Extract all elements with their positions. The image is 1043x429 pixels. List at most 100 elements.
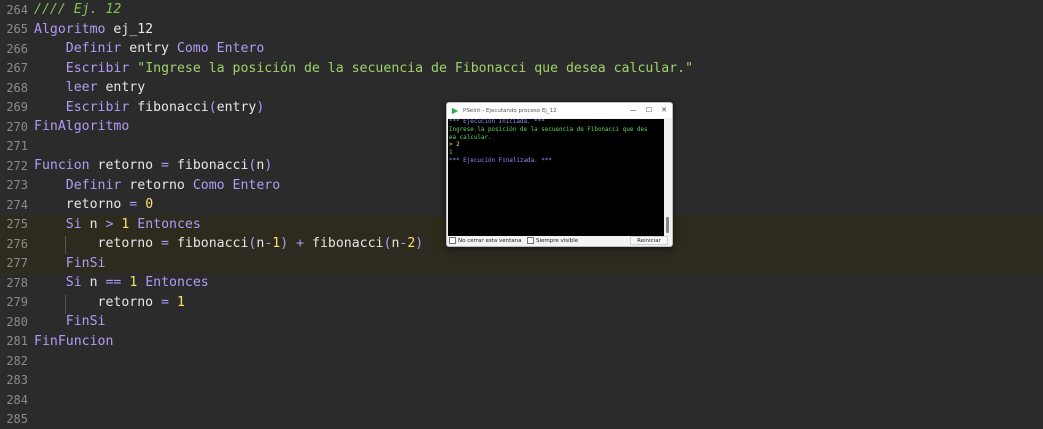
code-token: ) [264,158,273,173]
code-token: entry [97,80,146,95]
code-line[interactable]: 282 [0,351,1043,370]
code-token: ) [256,99,265,115]
code-token: 0 [145,197,154,212]
code-token: Definir [65,177,122,193]
close-button[interactable]: ✕ [657,105,671,116]
code-text[interactable]: Algoritmo ej_12 [34,22,153,37]
code-token: fibonacci [169,158,249,173]
code-text[interactable]: FinSi [34,256,106,271]
console-scrollbar-thumb[interactable] [666,217,669,233]
code-line[interactable]: 278 Si n == 1 Entonces [0,273,1043,292]
no-close-option[interactable]: No cerrar esta ventana [449,237,521,244]
always-visible-label: Siempre visible [536,237,579,244]
code-text[interactable]: Escribir "Ingrese la posición de la secu… [34,61,693,76]
code-line[interactable]: 268 leer entry [0,78,1043,97]
code-line[interactable]: 284 [0,390,1043,409]
code-token: Entero [232,177,281,193]
code-text[interactable]: retorno = 0 [34,197,153,212]
code-line[interactable]: 285 [0,410,1043,429]
line-number: 279 [6,295,28,309]
line-number: 281 [6,334,28,348]
code-token: Si [65,275,82,290]
code-token: ) [415,236,424,251]
code-token: Escribir [65,60,130,76]
indent-guide [65,294,66,314]
code-text[interactable]: Si n == 1 Entonces [34,275,209,290]
line-number: 269 [6,100,28,114]
line-number: 266 [6,41,28,56]
line-number: 265 [6,22,28,36]
code-text[interactable]: FinSi [34,314,106,329]
code-text[interactable]: FinAlgoritmo [34,119,129,134]
always-visible-option[interactable]: Siempre visible [527,237,578,244]
code-token: Como [176,41,209,56]
line-number: 274 [6,197,28,212]
code-token: n [81,216,106,232]
code-line[interactable]: 280 FinSi [0,312,1043,331]
console-scrollbar[interactable] [664,119,671,236]
console-titlebar[interactable]: PSeInt - Ejecutando proceso Ej_12 — ☐ ✕ [447,103,672,118]
code-line[interactable]: 283 [0,371,1043,390]
code-token: FinFuncion [34,333,114,349]
console-line: 1 [449,150,453,157]
code-text[interactable]: leer entry [34,80,145,95]
line-number: 282 [6,353,28,368]
code-text[interactable]: retorno = 1 [34,294,185,314]
code-token: entry [121,41,177,56]
line-number: 283 [6,373,28,387]
code-token: entry [216,99,257,115]
code-text[interactable]: Escribir fibonacci(entry) [34,99,265,115]
code-token: Si [65,216,82,232]
code-line[interactable]: 277 FinSi [0,253,1043,273]
line-number: 264 [6,2,28,17]
no-close-checkbox[interactable] [449,237,456,244]
code-text[interactable]: retorno = fibonacci(n-1) + fibonacci(n-2… [34,236,424,255]
code-text[interactable]: Si n > 1 Entonces [34,217,201,232]
console-window[interactable]: PSeInt - Ejecutando proceso Ej_12 — ☐ ✕ … [446,102,673,247]
code-token: ej_12 [105,21,154,37]
code-token: ) [280,236,289,251]
code-token: Escribir [65,99,130,115]
code-line[interactable]: 265 Algoritmo ej_12 [0,20,1043,39]
code-text[interactable]: Definir retorno Como Entero [34,178,280,193]
code-line[interactable]: 267 Escribir "Ingrese la posición de la … [0,59,1043,78]
code-text[interactable]: FinFuncion [34,334,113,349]
restart-button[interactable]: Reiniciar [630,236,668,245]
code-line[interactable]: 281 FinFuncion [0,332,1043,351]
code-line[interactable]: 279 retorno = 1 [0,293,1043,314]
console-output[interactable]: *** Ejecución Iniciada. *** Ingrese la po… [448,119,664,236]
code-text[interactable]: //// Ej. 12 [34,2,121,17]
code-text[interactable]: Definir entry Como Entero [34,41,265,56]
line-number: 272 [6,158,28,173]
code-token: Entonces [137,216,201,232]
line-number: 271 [6,139,28,153]
line-number: 285 [6,412,28,426]
minimize-button[interactable]: — [626,105,640,116]
code-line[interactable]: 266 Definir entry Como Entero [0,39,1043,58]
maximize-button[interactable]: ☐ [642,105,656,116]
code-line[interactable]: 264 //// Ej. 12 [0,0,1043,19]
console-title: PSeInt - Ejecutando proceso Ej_12 [463,107,557,114]
console-line: *** Ejecución Finalizada. *** [449,157,552,164]
code-token: Definir [65,41,122,56]
code-token: + [296,236,305,251]
code-token: = [161,236,169,251]
line-number: 270 [6,119,28,134]
code-text[interactable]: Funcion retorno = fibonacci(n) [34,158,272,173]
code-token: retorno [121,177,193,193]
code-token: 1 [176,294,185,310]
indent-guide [65,236,66,255]
code-token: retorno [89,158,162,173]
line-number: 280 [6,314,28,329]
console-line: *** Ejecución Iniciada. *** [449,119,545,125]
code-token: FinSi [65,314,106,329]
always-visible-checkbox[interactable] [527,237,534,244]
code-token: Funcion [34,158,90,173]
code-token: Como [192,177,225,193]
